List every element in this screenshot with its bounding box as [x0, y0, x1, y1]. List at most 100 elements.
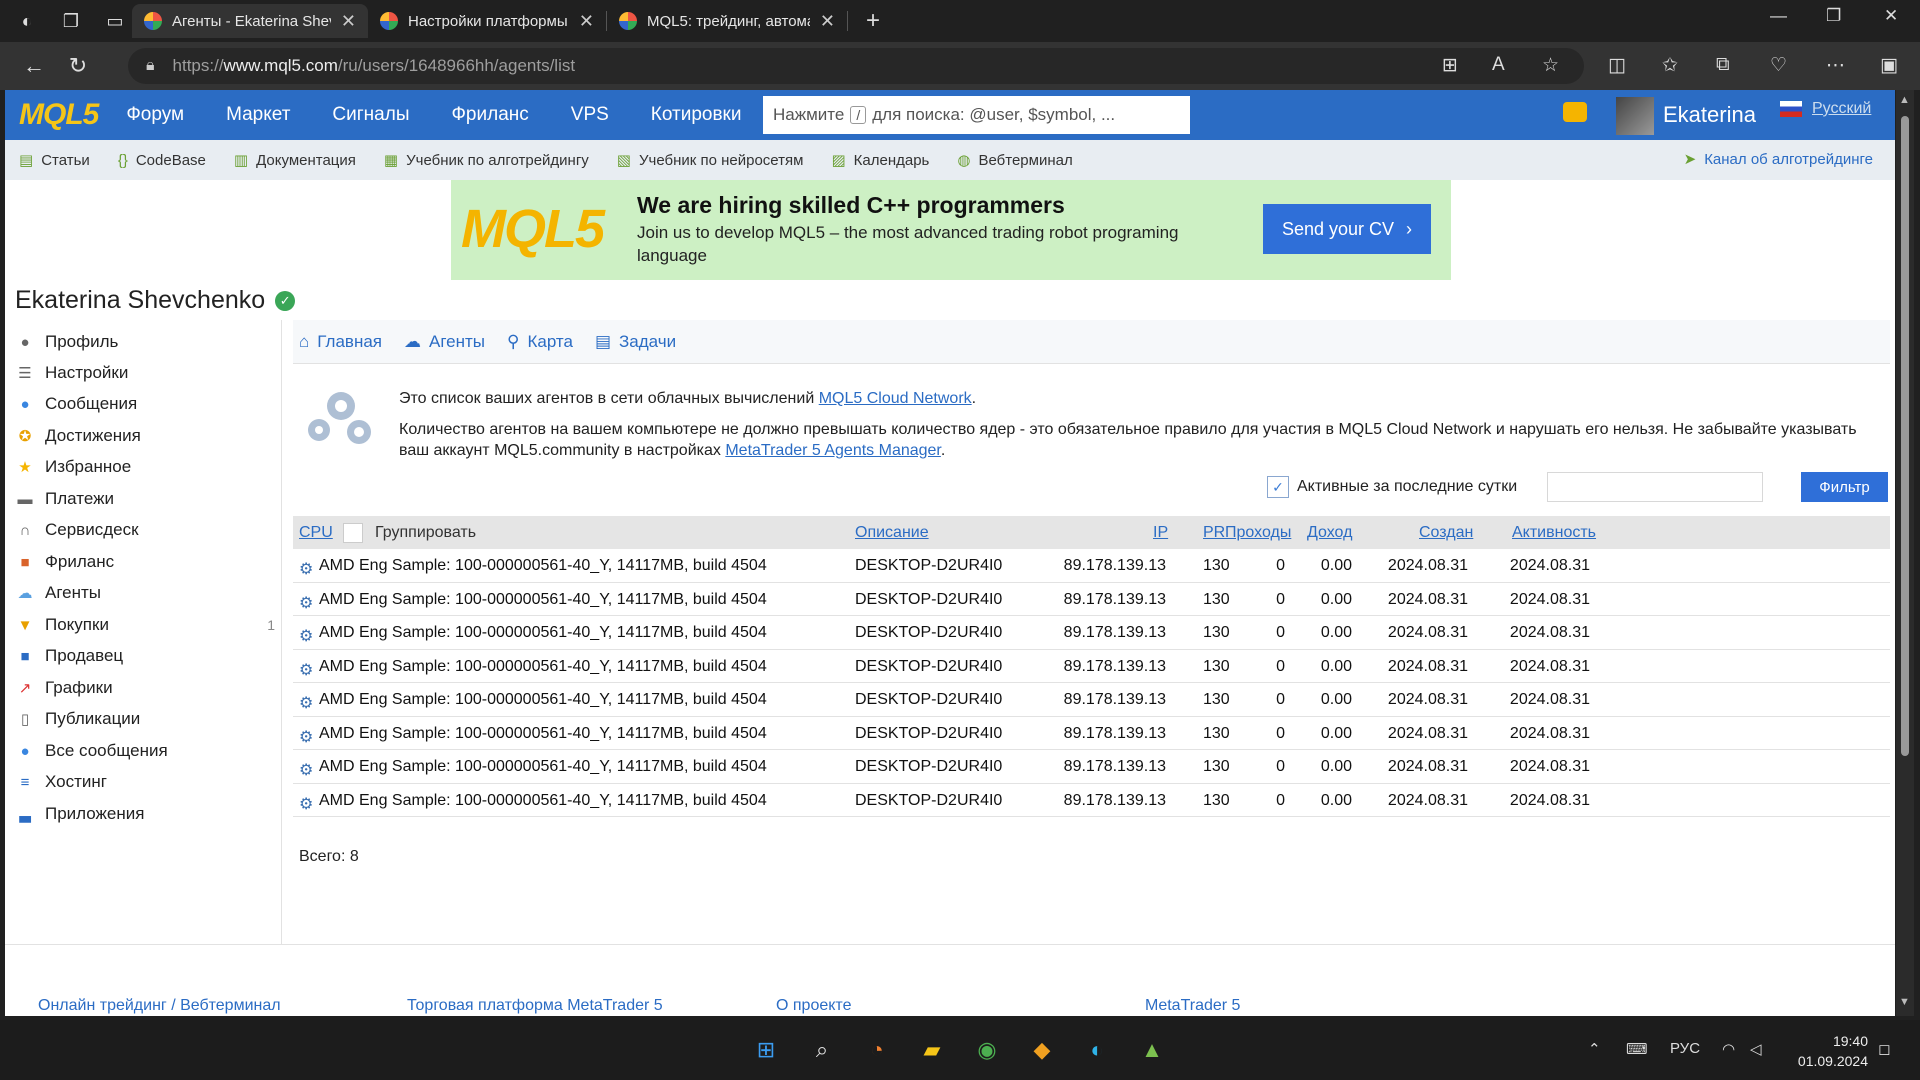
sidebar-toggle-icon[interactable]: ▣: [1880, 54, 1898, 77]
tab-home[interactable]: ⌂ Главная: [299, 332, 382, 352]
nav-signals[interactable]: Сигналы: [332, 104, 409, 126]
sidebar-item-messages[interactable]: ● Сообщения: [15, 394, 275, 414]
sidebar-item-favorites[interactable]: ★ Избранное: [15, 457, 275, 477]
app-swirl-icon[interactable]: ◔: [861, 1034, 893, 1066]
back-icon[interactable]: ←: [12, 53, 56, 79]
sidebar-item-all-messages[interactable]: ● Все сообщения: [15, 741, 275, 761]
collections-icon[interactable]: ⧉: [1716, 54, 1730, 76]
sort-activity[interactable]: Активность: [1512, 524, 1596, 542]
active-last-day-checkbox[interactable]: ✓: [1267, 476, 1289, 498]
site-search-input[interactable]: Нажмите / для поиска: @user, $symbol, ..…: [763, 96, 1190, 134]
sidebar-item-freelance[interactable]: ■ Фриланс: [15, 552, 275, 572]
avatar[interactable]: [1616, 97, 1654, 135]
close-tab-icon[interactable]: ✕: [341, 11, 356, 32]
group-toggle[interactable]: Группировать: [343, 523, 476, 543]
close-tab-icon[interactable]: ✕: [820, 11, 835, 32]
table-row[interactable]: ⚙ AMD Eng Sample: 100-000000561-40_Y, 141…: [293, 583, 1890, 616]
search-icon[interactable]: ⌕: [806, 1034, 838, 1066]
workspaces-icon[interactable]: ❐: [54, 4, 88, 38]
filter-input[interactable]: [1547, 472, 1763, 502]
split-screen-icon[interactable]: ◫: [1608, 54, 1626, 77]
metatrader-icon[interactable]: ▲: [1136, 1034, 1168, 1066]
read-aloud-icon[interactable]: A: [1492, 54, 1505, 76]
browser-essentials-icon[interactable]: ♡: [1770, 54, 1787, 77]
table-row[interactable]: ⚙ AMD Eng Sample: 100-000000561-40_Y, 141…: [293, 683, 1890, 717]
subnav-calendar[interactable]: ▨ Календарь: [831, 151, 929, 170]
sidebar-item-profile[interactable]: ● Профиль: [15, 332, 275, 352]
tray-chevron-icon[interactable]: ⌃: [1588, 1040, 1601, 1058]
profile-icon[interactable]: ◐: [10, 4, 44, 38]
table-row[interactable]: ⚙ AMD Eng Sample: 100-000000561-40_Y, 141…: [293, 650, 1890, 683]
mql5-logo[interactable]: MQL5: [19, 98, 99, 132]
input-language[interactable]: РУС: [1670, 1040, 1700, 1057]
telegram-channel-link[interactable]: ➤ Канал об алготрейдинге: [1684, 150, 1873, 169]
game-app-icon[interactable]: ◆: [1026, 1034, 1058, 1066]
file-explorer-icon[interactable]: ▰: [916, 1034, 948, 1066]
send-cv-button[interactable]: Send your CV ›: [1263, 204, 1431, 254]
sidebar-item-achievements[interactable]: ✪ Достижения: [15, 426, 275, 446]
browser-tab-settings[interactable]: Настройки платформы - Начало ✕: [368, 4, 606, 38]
minimize-icon[interactable]: —: [1770, 6, 1787, 26]
close-window-icon[interactable]: ✕: [1884, 6, 1898, 26]
scroll-thumb[interactable]: [1901, 116, 1909, 756]
sort-passes[interactable]: Проходы: [1225, 524, 1291, 542]
browser-tab-mql5[interactable]: MQL5: трейдинг, автоматически ✕: [607, 4, 847, 38]
footer-link-about[interactable]: О проекте: [776, 997, 851, 1015]
sort-income[interactable]: Доход: [1307, 524, 1352, 542]
nav-quotes[interactable]: Котировки: [651, 104, 742, 126]
nav-freelance[interactable]: Фриланс: [451, 104, 528, 126]
table-row[interactable]: ⚙ AMD Eng Sample: 100-000000561-40_Y, 141…: [293, 784, 1890, 817]
tab-map[interactable]: ⚲ Карта: [507, 332, 573, 352]
table-row[interactable]: ⚙ AMD Eng Sample: 100-000000561-40_Y, 141…: [293, 616, 1890, 650]
favorite-star-icon[interactable]: ☆: [1542, 54, 1559, 77]
sidebar-item-servicedesk[interactable]: ∩ Сервисдеск: [15, 520, 275, 540]
sort-pr[interactable]: PR: [1203, 524, 1225, 542]
refresh-icon[interactable]: ↻: [56, 53, 100, 79]
nav-market[interactable]: Маркет: [226, 104, 290, 126]
scroll-up-icon[interactable]: ▲: [1899, 94, 1910, 106]
sort-created[interactable]: Создан: [1419, 524, 1473, 542]
hiring-banner[interactable]: MQL5 We are hiring skilled C++ programme…: [451, 180, 1451, 280]
keyboard-icon[interactable]: ⌨: [1626, 1040, 1648, 1058]
more-menu-icon[interactable]: ⋯: [1826, 54, 1845, 77]
table-row[interactable]: ⚙ AMD Eng Sample: 100-000000561-40_Y, 141…: [293, 717, 1890, 750]
agents-manager-link[interactable]: MetaTrader 5 Agents Manager: [725, 442, 941, 459]
sidebar-item-apps[interactable]: ▃ Приложения: [15, 804, 275, 824]
table-row[interactable]: ⚙ AMD Eng Sample: 100-000000561-40_Y, 141…: [293, 750, 1890, 784]
table-row[interactable]: ⚙ AMD Eng Sample: 100-000000561-40_Y, 141…: [293, 549, 1890, 583]
scroll-down-icon[interactable]: ▼: [1899, 996, 1910, 1008]
sort-ip[interactable]: IP: [1153, 524, 1168, 542]
footer-link-mt5[interactable]: MetaTrader 5: [1145, 997, 1240, 1015]
sidebar-item-publications[interactable]: ▯ Публикации: [15, 709, 275, 729]
subnav-articles[interactable]: ▤ Статьи: [19, 151, 90, 170]
browser-tab-agents[interactable]: Агенты - Ekaterina Shevchenko - ✕: [132, 4, 368, 38]
new-tab-icon[interactable]: +: [866, 7, 880, 35]
sidebar-item-purchases[interactable]: ▼ Покупки 1: [15, 615, 275, 635]
user-name[interactable]: Ekaterina: [1663, 102, 1756, 128]
tab-agents[interactable]: ☁ Агенты: [404, 332, 485, 352]
footer-link-mt5-platform[interactable]: Торговая платформа MetaTrader 5: [407, 997, 663, 1015]
edge-icon[interactable]: ◐: [1081, 1034, 1113, 1066]
nav-vps[interactable]: VPS: [571, 104, 609, 126]
sidebar-item-settings[interactable]: ☰ Настройки: [15, 363, 275, 383]
windows-start-icon[interactable]: ⊞: [750, 1034, 782, 1066]
maximize-icon[interactable]: ❐: [1826, 6, 1841, 26]
footer-link-webterminal[interactable]: Онлайн трейдинг / Вебтерминал: [38, 997, 281, 1015]
filter-button[interactable]: Фильтр: [1801, 472, 1888, 502]
language-selector[interactable]: Русский: [1780, 100, 1871, 118]
sidebar-item-charts[interactable]: ↗ Графики: [15, 678, 275, 698]
page-scrollbar[interactable]: ▲ ▼: [1896, 90, 1914, 1016]
subnav-docs[interactable]: ▥ Документация: [234, 151, 356, 170]
sort-description[interactable]: Описание: [855, 524, 929, 542]
sidebar-item-seller[interactable]: ■ Продавец: [15, 646, 275, 666]
volume-icon[interactable]: ◁: [1750, 1040, 1762, 1058]
close-tab-icon[interactable]: ✕: [579, 11, 594, 32]
favorites-icon[interactable]: ✩: [1662, 54, 1678, 77]
cloud-network-link[interactable]: MQL5 Cloud Network: [819, 390, 972, 407]
notifications-icon[interactable]: ◻: [1878, 1040, 1890, 1058]
nav-forum[interactable]: Форум: [126, 104, 184, 126]
sort-cpu[interactable]: CPU: [299, 524, 333, 542]
subnav-algo-book[interactable]: ▦ Учебник по алготрейдингу: [384, 151, 589, 170]
sidebar-item-hosting[interactable]: ≡ Хостинг: [15, 772, 275, 792]
sidebar-item-agents[interactable]: ☁ Агенты: [15, 583, 275, 603]
